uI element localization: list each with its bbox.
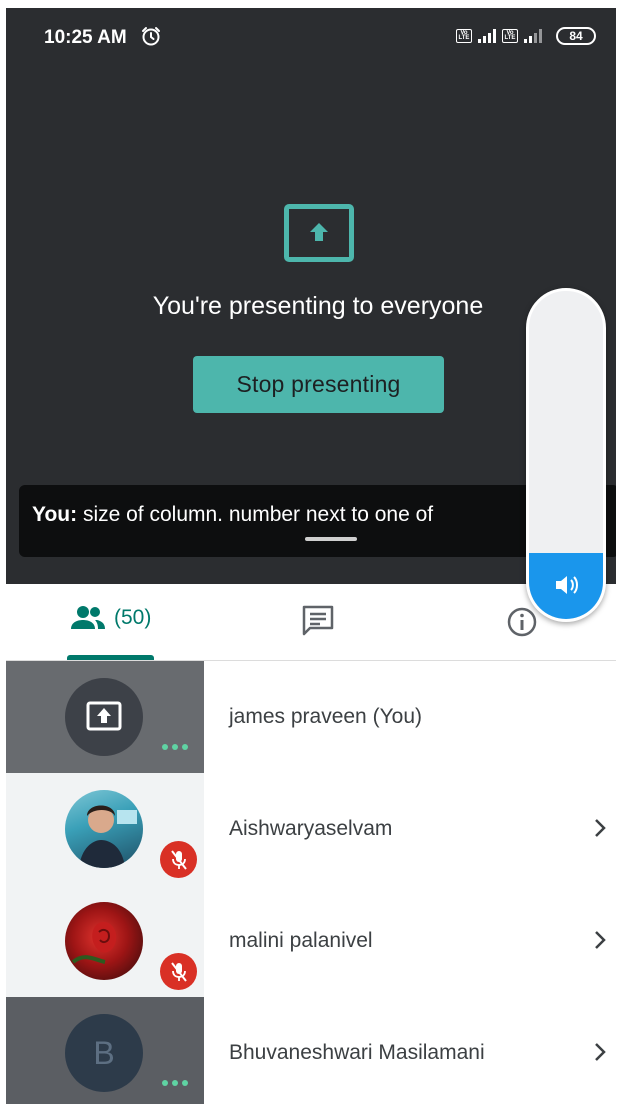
screenshot-border-right [616, 0, 624, 1104]
participant-row[interactable]: malini palanivel [6, 885, 616, 997]
participant-tile: B [6, 997, 204, 1104]
avatar [65, 678, 143, 756]
stop-presenting-button[interactable]: Stop presenting [193, 356, 444, 413]
avatar [65, 902, 143, 980]
participant-name: Aishwaryaselvam [229, 817, 393, 840]
people-icon [71, 606, 105, 629]
status-bar: 10:25 AM Vo LTE Vo LTE 84 [6, 8, 616, 64]
participant-name: Bhuvaneshwari Masilamani [229, 1041, 485, 1064]
tab-bar: (50) [6, 584, 616, 661]
signal-icon [478, 29, 496, 43]
avatar-initial: B [65, 1014, 143, 1092]
volume-level [529, 553, 603, 619]
volte-icon: Vo LTE [456, 29, 472, 43]
chat-icon[interactable] [300, 604, 336, 638]
alarm-icon [142, 27, 160, 46]
avatar [65, 790, 143, 868]
screen-share-icon [86, 701, 122, 731]
participant-row[interactable]: james praveen (You) [6, 661, 616, 773]
caption-drag-handle[interactable] [305, 537, 357, 541]
caption-text: You: size of column. number next to one … [32, 503, 433, 527]
meet-screen: 10:25 AM Vo LTE Vo LTE 84 You're presentin… [0, 0, 624, 1104]
volte-icon-2: Vo LTE [502, 29, 518, 43]
signal-4g-icon [524, 29, 542, 43]
battery-icon: 84 [556, 27, 596, 45]
participant-list: james praveen (You) Aishwaryaselvam mali… [6, 661, 616, 1104]
arrow-up-icon [310, 223, 328, 241]
participant-tile [6, 773, 204, 885]
tab-people[interactable]: (50) [70, 605, 151, 631]
present-screen-icon [284, 204, 354, 262]
active-tab-indicator [67, 655, 154, 660]
people-count: (50) [114, 606, 152, 629]
participant-name: james praveen (You) [229, 705, 422, 728]
status-time: 10:25 AM [44, 27, 127, 48]
chevron-right-icon[interactable] [593, 1041, 607, 1063]
screenshot-border-left [0, 0, 6, 1104]
participant-name: malini palanivel [229, 929, 373, 952]
profile-photo [71, 922, 117, 964]
volume-slider[interactable] [526, 288, 606, 622]
meeting-stage: 10:25 AM Vo LTE Vo LTE 84 You're presentin… [6, 8, 619, 584]
mic-off-icon [160, 841, 197, 878]
chevron-right-icon[interactable] [593, 929, 607, 951]
caption-content: size of column. number next to one of [77, 503, 434, 526]
participant-row[interactable]: Aishwaryaselvam [6, 773, 616, 885]
chevron-right-icon[interactable] [593, 817, 607, 839]
speaker-icon [556, 576, 578, 595]
more-options-icon[interactable] [162, 744, 188, 750]
participant-tile [6, 885, 204, 997]
mic-off-icon [160, 953, 197, 990]
system-icons: Vo LTE Vo LTE 84 [456, 27, 596, 45]
participant-row[interactable]: B Bhuvaneshwari Masilamani [6, 997, 616, 1104]
caption-speaker: You: [32, 503, 78, 526]
participant-tile [6, 661, 204, 773]
profile-photo [79, 805, 137, 868]
more-options-icon[interactable] [162, 1080, 188, 1086]
